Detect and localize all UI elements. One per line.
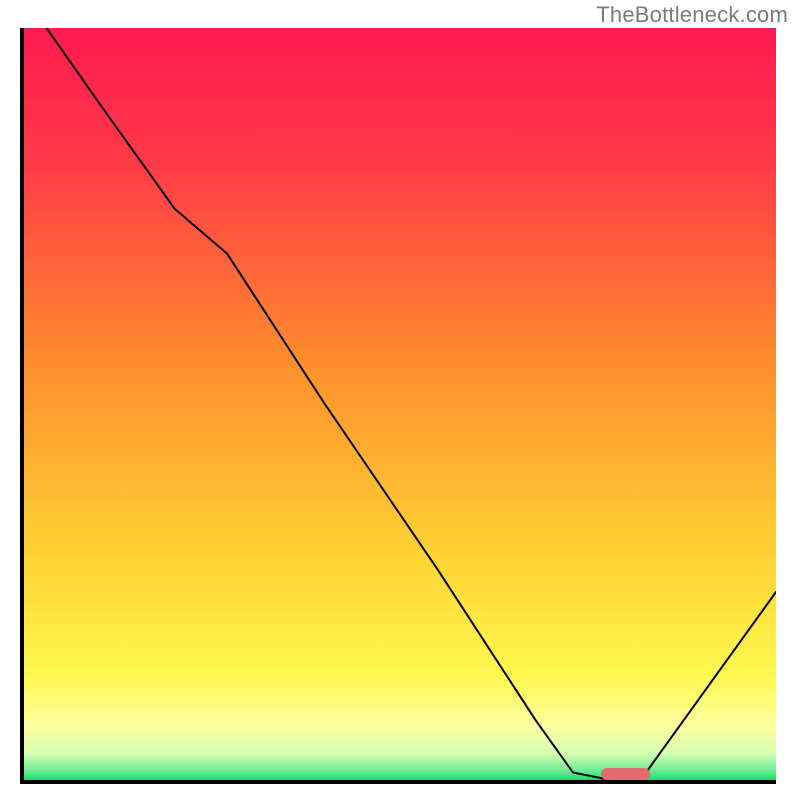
- chart-svg: [24, 28, 776, 780]
- gradient-fill: [24, 28, 776, 780]
- optimal-marker: [601, 768, 650, 780]
- chart-container: TheBottleneck.com: [0, 0, 800, 800]
- watermark-text: TheBottleneck.com: [596, 2, 788, 28]
- axes-frame: [20, 28, 776, 784]
- plot-area: [24, 28, 776, 780]
